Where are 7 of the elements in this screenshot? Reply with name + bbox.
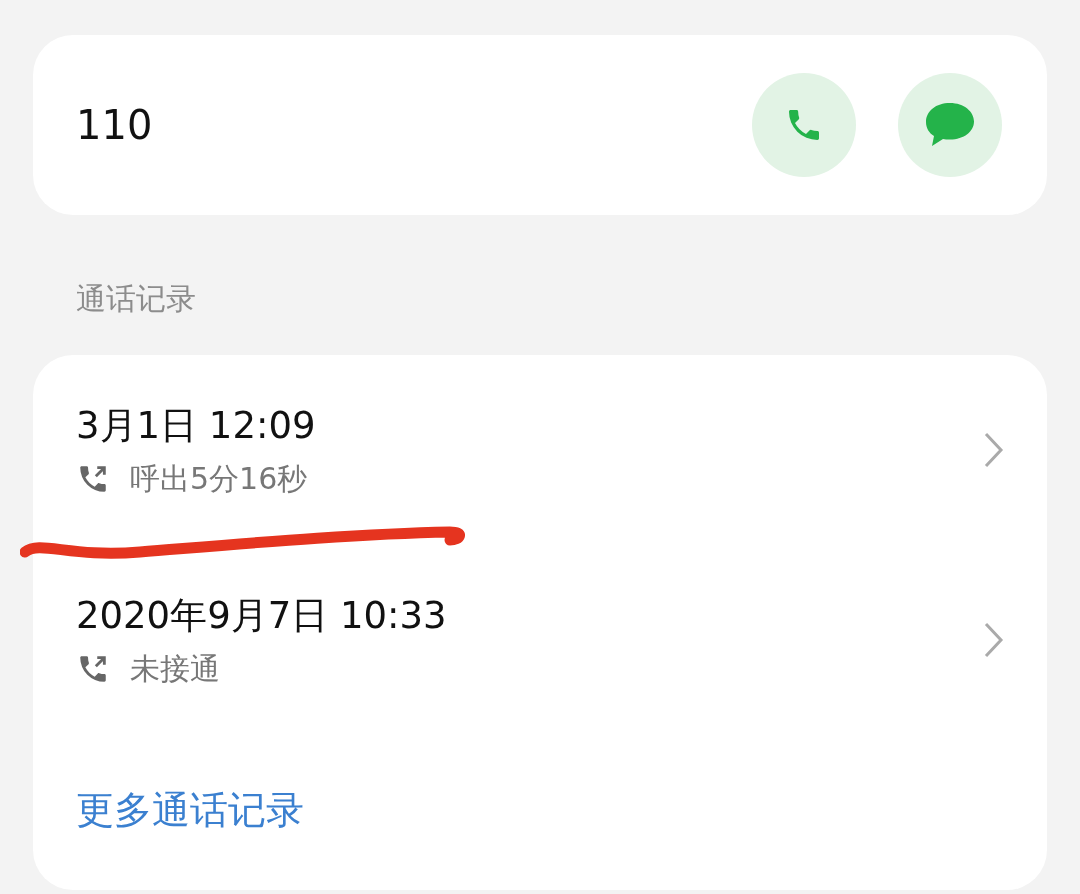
call-detail: 呼出5分16秒	[130, 459, 308, 498]
call-time[interactable]: 2020年9月7日 10:33	[76, 590, 983, 641]
call-detail: 未接通	[130, 649, 220, 688]
more-call-log-link[interactable]: 更多通话记录	[76, 785, 304, 836]
phone-number: 110	[76, 102, 154, 148]
section-title: 通话记录	[76, 280, 197, 318]
call-time[interactable]: 3月1日 12:09	[76, 400, 983, 451]
